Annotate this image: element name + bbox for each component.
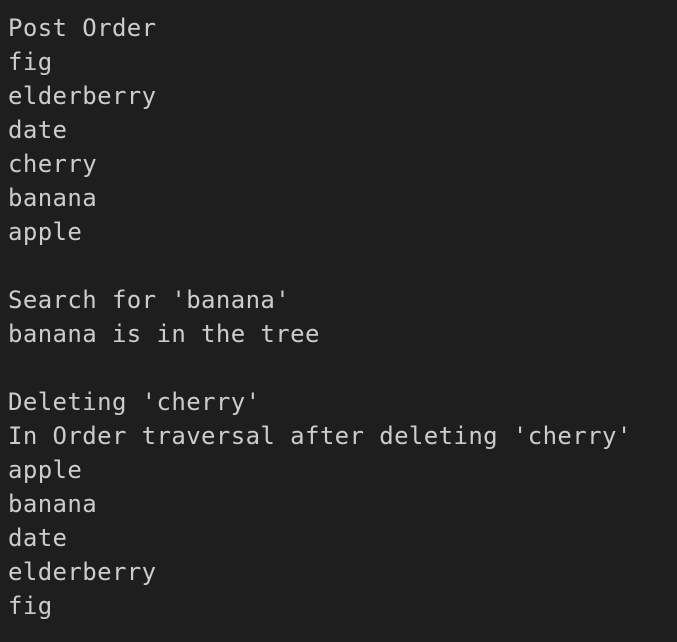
output-line-search-header: Search for 'banana' <box>8 286 291 314</box>
output-line: banana <box>8 490 98 518</box>
output-line-search-result: banana is in the tree <box>8 320 320 348</box>
output-line: elderberry <box>8 82 157 110</box>
output-line: fig <box>8 48 53 76</box>
output-line-post-order-header: Post Order <box>8 14 157 42</box>
output-line: date <box>8 116 68 144</box>
output-line-in-order-header: In Order traversal after deleting 'cherr… <box>8 422 632 450</box>
output-line-delete-header: Deleting 'cherry' <box>8 388 261 416</box>
output-line: banana <box>8 184 98 212</box>
output-line: apple <box>8 218 83 246</box>
output-line: fig <box>8 592 53 620</box>
output-line: cherry <box>8 150 98 178</box>
terminal-output: Post Order fig elderberry date cherry ba… <box>0 0 677 642</box>
output-line: apple <box>8 456 83 484</box>
output-line: date <box>8 524 68 552</box>
output-line: elderberry <box>8 558 157 586</box>
